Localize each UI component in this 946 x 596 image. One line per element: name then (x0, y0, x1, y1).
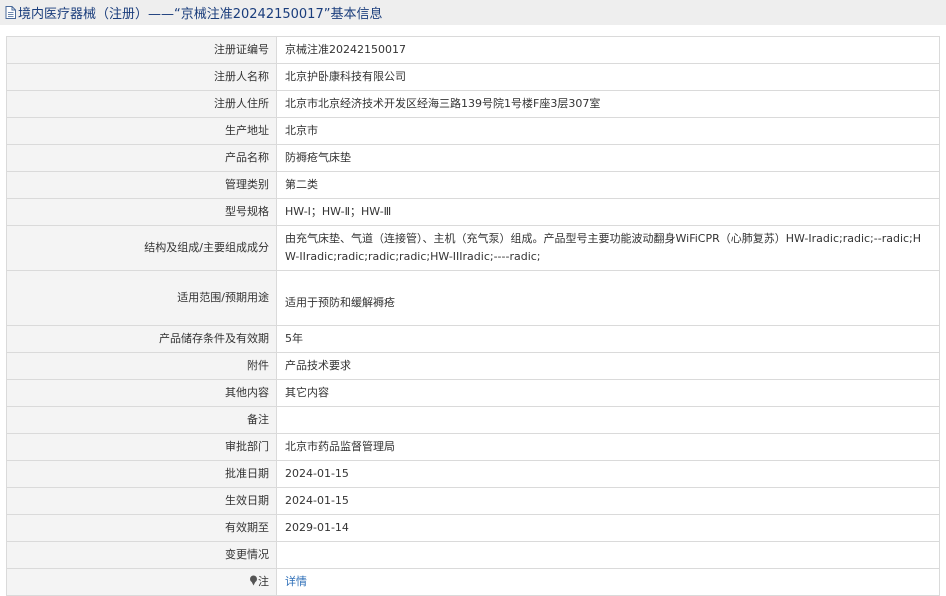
row-value: 其它内容 (276, 379, 940, 407)
row-value: 第二类 (276, 171, 940, 199)
table-row: 注 详情 (6, 568, 940, 596)
device-info-table: 注册证编号 京械注准20242150017 注册人名称 北京护卧康科技有限公司 … (6, 36, 940, 596)
pin-icon (250, 575, 257, 586)
row-value: 北京护卧康科技有限公司 (276, 63, 940, 91)
table-row: 注册人名称 北京护卧康科技有限公司 (6, 63, 940, 91)
row-label: 备注 (6, 406, 277, 434)
note-label-cell: 注 (6, 568, 277, 596)
row-label: 管理类别 (6, 171, 277, 199)
row-value: 北京市药品监督管理局 (276, 433, 940, 461)
row-label: 产品储存条件及有效期 (6, 325, 277, 353)
row-label: 附件 (6, 352, 277, 380)
row-value: 产品技术要求 (276, 352, 940, 380)
table-row: 生产地址 北京市 (6, 117, 940, 145)
row-value: 北京市北京经济技术开发区经海三路139号院1号楼F座3层307室 (276, 90, 940, 118)
row-label: 适用范围/预期用途 (6, 270, 277, 326)
page-title: 境内医疗器械（注册）——“京械注准20242150017”基本信息 (18, 7, 383, 22)
row-label: 生产地址 (6, 117, 277, 145)
row-value: 详情 (276, 568, 940, 596)
table-row: 注册人住所 北京市北京经济技术开发区经海三路139号院1号楼F座3层307室 (6, 90, 940, 118)
table-row: 其他内容 其它内容 (6, 379, 940, 407)
row-value (276, 406, 940, 434)
row-value (276, 541, 940, 569)
row-label: 其他内容 (6, 379, 277, 407)
row-value: HW-Ⅰ；HW-Ⅱ；HW-Ⅲ (276, 198, 940, 226)
row-label: 型号规格 (6, 198, 277, 226)
table-row: 适用范围/预期用途 适用于预防和缓解褥疮 (6, 270, 940, 326)
row-label: 注册证编号 (6, 36, 277, 64)
row-value: 2024-01-15 (276, 460, 940, 488)
table-row: 管理类别 第二类 (6, 171, 940, 199)
row-value: 北京市 (276, 117, 940, 145)
row-label: 注 (258, 575, 269, 588)
row-label: 结构及组成/主要组成成分 (6, 225, 277, 271)
table-row: 生效日期 2024-01-15 (6, 487, 940, 515)
row-label: 有效期至 (6, 514, 277, 542)
row-label: 注册人名称 (6, 63, 277, 91)
row-value: 由充气床垫、气道（连接管）、主机（充气泵）组成。产品型号主要功能波动翻身WiFi… (276, 225, 940, 271)
row-value: 5年 (276, 325, 940, 353)
table-row: 产品储存条件及有效期 5年 (6, 325, 940, 353)
row-label: 变更情况 (6, 541, 277, 569)
table-row: 型号规格 HW-Ⅰ；HW-Ⅱ；HW-Ⅲ (6, 198, 940, 226)
row-label: 批准日期 (6, 460, 277, 488)
row-value: 京械注准20242150017 (276, 36, 940, 64)
table-row: 变更情况 (6, 541, 940, 569)
details-link[interactable]: 详情 (285, 575, 307, 588)
table-row: 附件 产品技术要求 (6, 352, 940, 380)
table-row: 注册证编号 京械注准20242150017 (6, 36, 940, 64)
row-label: 注册人住所 (6, 90, 277, 118)
row-label: 审批部门 (6, 433, 277, 461)
table-row: 审批部门 北京市药品监督管理局 (6, 433, 940, 461)
row-value: 2029-01-14 (276, 514, 940, 542)
table-row: 批准日期 2024-01-15 (6, 460, 940, 488)
page-header: 境内医疗器械（注册）——“京械注准20242150017”基本信息 (0, 0, 946, 25)
document-icon (5, 6, 16, 19)
table-row: 产品名称 防褥疮气床垫 (6, 144, 940, 172)
row-value: 适用于预防和缓解褥疮 (276, 270, 940, 326)
row-value: 防褥疮气床垫 (276, 144, 940, 172)
row-label: 生效日期 (6, 487, 277, 515)
row-label: 产品名称 (6, 144, 277, 172)
table-row: 结构及组成/主要组成成分 由充气床垫、气道（连接管）、主机（充气泵）组成。产品型… (6, 225, 940, 271)
table-row: 备注 (6, 406, 940, 434)
table-row: 有效期至 2029-01-14 (6, 514, 940, 542)
row-value: 2024-01-15 (276, 487, 940, 515)
